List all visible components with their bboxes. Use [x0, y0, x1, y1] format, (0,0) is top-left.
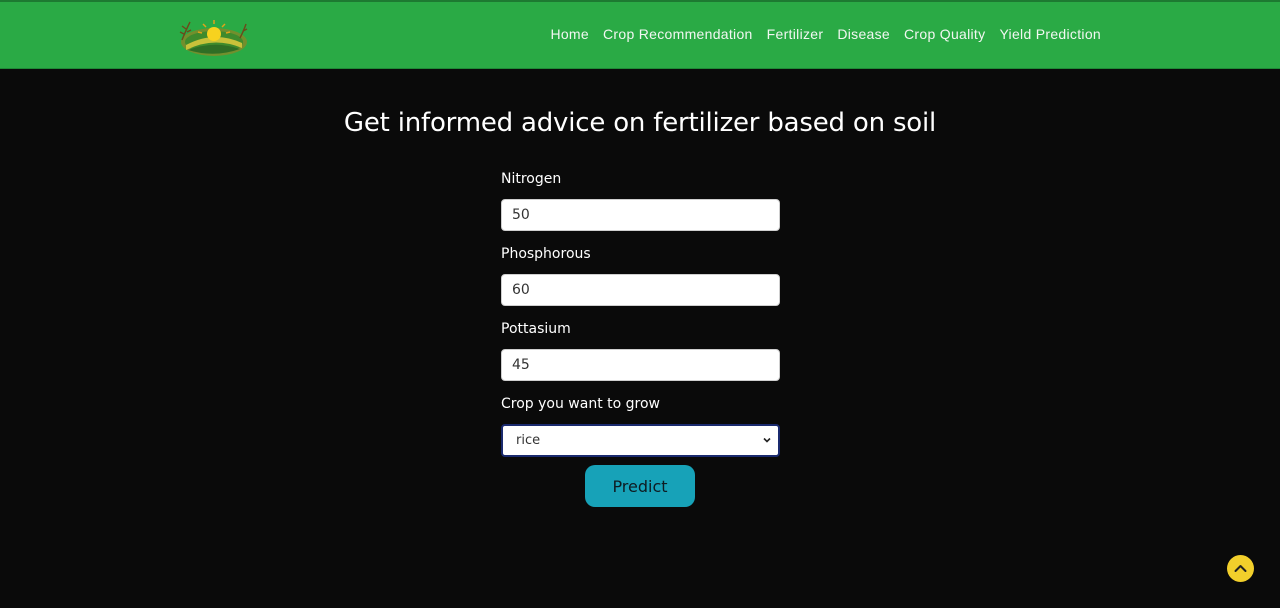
farm-sun-logo-icon[interactable] — [174, 12, 250, 60]
phosphorous-input[interactable] — [501, 274, 780, 306]
phosphorous-field-group: Phosphorous — [501, 246, 780, 306]
predict-button[interactable]: Predict — [585, 465, 695, 507]
nav-fertilizer[interactable]: Fertilizer — [767, 26, 824, 42]
chevron-up-icon — [1234, 565, 1247, 572]
pottasium-input[interactable] — [501, 349, 780, 381]
nav-crop-quality[interactable]: Crop Quality — [904, 26, 985, 42]
nav-yield-prediction[interactable]: Yield Prediction — [999, 26, 1101, 42]
phosphorous-label: Phosphorous — [501, 246, 591, 262]
nitrogen-input[interactable] — [501, 199, 780, 231]
crop-select-value: rice — [516, 433, 541, 448]
fertilizer-form: Nitrogen Phosphorous Pottasium Crop you … — [501, 171, 780, 472]
crop-field-group: Crop you want to grow rice — [501, 396, 780, 457]
nav-home[interactable]: Home — [550, 26, 589, 42]
top-navbar: Home Crop Recommendation Fertilizer Dise… — [0, 0, 1280, 69]
nav-crop-recommendation[interactable]: Crop Recommendation — [603, 26, 753, 42]
main-nav: Home Crop Recommendation Fertilizer Dise… — [536, 26, 1101, 42]
crop-select[interactable]: rice — [501, 424, 780, 457]
crop-label: Crop you want to grow — [501, 396, 660, 412]
nitrogen-label: Nitrogen — [501, 171, 562, 187]
pottasium-label: Pottasium — [501, 321, 571, 337]
page-title: Get informed advice on fertilizer based … — [343, 108, 937, 138]
scroll-to-top-button[interactable] — [1227, 555, 1254, 582]
nitrogen-field-group: Nitrogen — [501, 171, 780, 231]
chevron-down-icon — [763, 437, 771, 443]
nav-disease[interactable]: Disease — [837, 26, 890, 42]
pottasium-field-group: Pottasium — [501, 321, 780, 381]
